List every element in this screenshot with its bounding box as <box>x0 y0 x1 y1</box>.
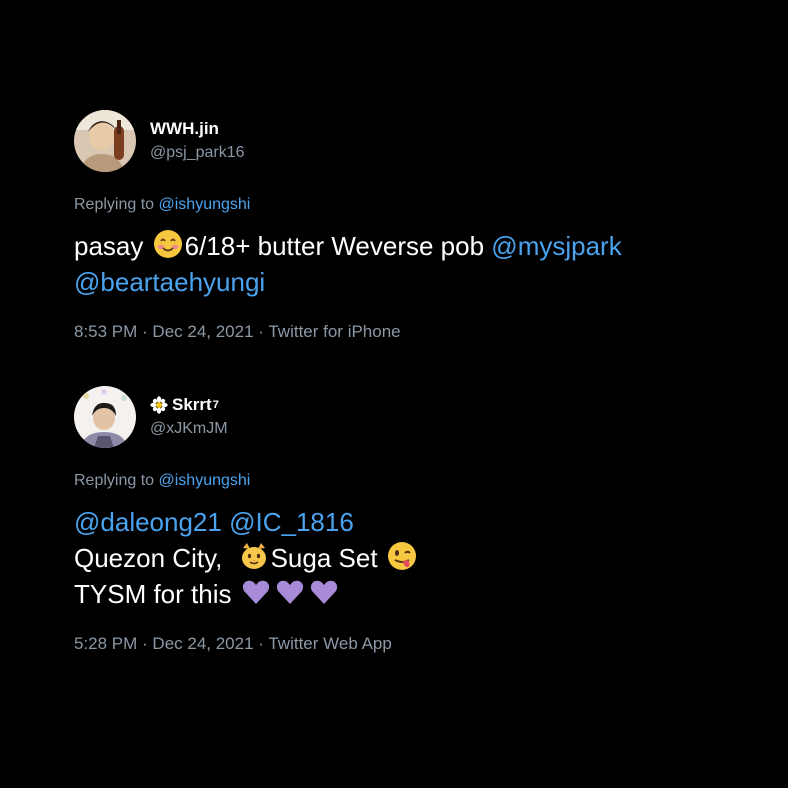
replying-prefix: Replying to <box>74 196 155 213</box>
tweet-text-line-1: pasay 6/18+ butter Weverse pob @mysjpark <box>74 228 754 264</box>
smiling-face-with-heart-eyes-icon <box>152 228 184 260</box>
user-names: WWH.jin @psj_park16 <box>150 118 245 164</box>
avatar[interactable] <box>74 386 136 448</box>
tweet-1[interactable]: WWH.jin @psj_park16 Replying to @ishyung… <box>74 110 754 344</box>
purple-heart-icon <box>274 576 306 608</box>
cat-face-icon <box>238 540 270 572</box>
tweet-header: Skrrt 7 @xJKmJM <box>74 386 754 448</box>
tweet-text: @daleong21 @IC_1816 Quezon City, Suga Se… <box>74 504 754 612</box>
replying-prefix: Replying to <box>74 472 155 489</box>
display-name-text: Skrrt <box>172 395 212 414</box>
purple-heart-icon <box>240 576 272 608</box>
avatar[interactable] <box>74 110 136 172</box>
text-segment: TYSM for this <box>74 579 232 609</box>
display-name-superscript: 7 <box>212 399 219 411</box>
tweet-text-line-2: @beartaehyungi <box>74 264 754 300</box>
mention-link[interactable]: @daleong21 <box>74 507 222 537</box>
mention-link[interactable]: @beartaehyungi <box>74 267 265 297</box>
replying-to-mention[interactable]: @ishyungshi <box>159 472 251 489</box>
mention-link[interactable]: @mysjpark <box>491 231 621 261</box>
tweet-text: pasay 6/18+ butter Weverse pob @mysjpark… <box>74 228 754 300</box>
text-segment: Suga Set <box>270 543 378 573</box>
tweet-text-line-1: @daleong21 @IC_1816 <box>74 504 754 540</box>
user-names: Skrrt 7 @xJKmJM <box>150 394 228 440</box>
tweet-timestamp[interactable]: 5:28 PM · Dec 24, 2021 · Twitter Web App <box>74 632 754 656</box>
daisy-icon <box>150 396 168 414</box>
tweet-2[interactable]: Skrrt 7 @xJKmJM Replying to @ishyungshi @… <box>74 386 754 656</box>
display-name[interactable]: Skrrt 7 <box>150 394 228 416</box>
tweet-timestamp[interactable]: 8:53 PM · Dec 24, 2021 · Twitter for iPh… <box>74 320 754 344</box>
tweet-text-line-3: TYSM for this <box>74 576 754 612</box>
replying-to-line: Replying to @ishyungshi <box>74 194 754 216</box>
display-name[interactable]: WWH.jin <box>150 118 245 140</box>
mention-link[interactable]: @IC_1816 <box>229 507 354 537</box>
text-segment: Quezon City, <box>74 543 223 573</box>
replying-to-line: Replying to @ishyungshi <box>74 470 754 492</box>
tweet-header: WWH.jin @psj_park16 <box>74 110 754 172</box>
text-segment: 6/18+ butter Weverse pob <box>184 231 485 261</box>
replying-to-mention[interactable]: @ishyungshi <box>159 196 251 213</box>
winking-face-with-tongue-icon <box>386 540 418 572</box>
user-handle[interactable]: @xJKmJM <box>150 418 228 440</box>
tweet-text-line-2: Quezon City, Suga Set <box>74 540 754 576</box>
purple-heart-icon <box>308 576 340 608</box>
user-handle[interactable]: @psj_park16 <box>150 142 245 164</box>
text-segment: pasay <box>74 231 144 261</box>
